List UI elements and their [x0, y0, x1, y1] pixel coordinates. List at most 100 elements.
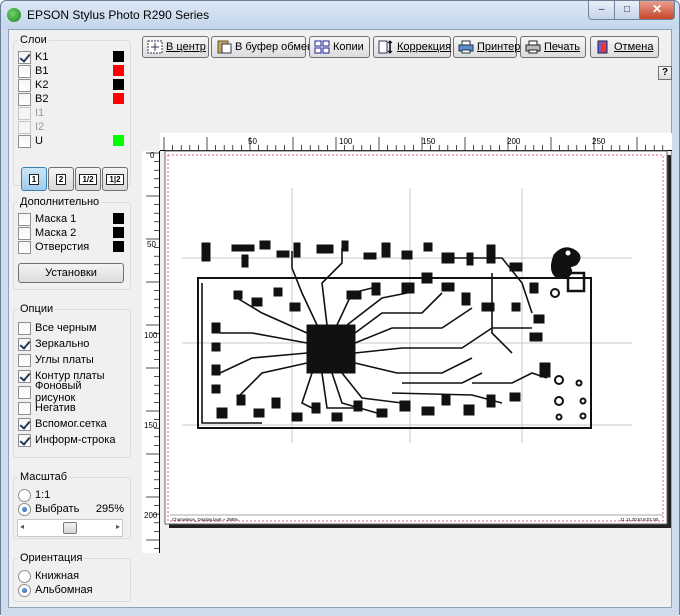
pcb-pad — [423, 242, 433, 252]
layers-color-swatch[interactable] — [113, 93, 124, 104]
pcb-pad — [291, 412, 303, 422]
extra-label: Маска 1 — [35, 213, 77, 225]
options-item[interactable]: Все черным — [18, 321, 124, 335]
options-item[interactable]: Негатив — [18, 401, 124, 415]
extra-color-swatch[interactable] — [113, 227, 124, 238]
slider-left-arrow-icon[interactable]: ◂ — [20, 522, 24, 531]
extra-item[interactable]: Маска 2 — [18, 226, 124, 240]
layers-color-swatch[interactable] — [113, 135, 124, 146]
pcb-pad — [273, 287, 283, 297]
pcb-pad — [253, 408, 265, 418]
scale-custom-radio[interactable] — [18, 502, 31, 516]
layers-checkbox[interactable] — [18, 92, 31, 106]
scale-1to1-radio[interactable] — [18, 488, 31, 502]
scale-slider-thumb[interactable] — [63, 522, 78, 534]
clipboard-icon — [217, 40, 232, 54]
print-preview[interactable]: 50 100 150 200 250 0 50 100 150 200 Cham… — [142, 133, 672, 553]
layers-item[interactable]: B2 — [18, 92, 124, 106]
orientation-portrait[interactable]: Книжная — [18, 569, 124, 583]
layers-checkbox[interactable] — [18, 64, 31, 78]
scale-option-1to1[interactable]: 1:1 — [18, 488, 124, 502]
printer-button[interactable]: Принтер — [453, 36, 521, 58]
layer-view-button[interactable]: 1/2 — [75, 167, 101, 191]
options-checkbox[interactable] — [18, 401, 31, 415]
options-item[interactable]: Углы платы — [18, 353, 124, 367]
print-icon — [525, 40, 541, 54]
print-button[interactable]: Печать — [520, 36, 586, 58]
layers-color-swatch[interactable] — [113, 79, 124, 90]
portrait-radio[interactable] — [18, 569, 31, 583]
pcb-pad — [211, 322, 221, 334]
info-left-text: Chameleon_Display.lay6 + 295% — [172, 517, 238, 522]
orientation-landscape[interactable]: Альбомная — [18, 583, 124, 597]
options-label: Вспомог.сетка — [35, 418, 107, 430]
options-checkbox[interactable] — [18, 337, 31, 351]
clipboard-label: В буфер обмена — [235, 41, 320, 53]
extra-item[interactable]: Маска 1 — [18, 212, 124, 226]
printer-settings-icon — [458, 40, 474, 54]
close-button[interactable]: ✕ — [639, 1, 675, 20]
options-item[interactable]: Фоновый рисунок — [18, 380, 124, 404]
layers-label: K2 — [35, 79, 49, 91]
cancel-button[interactable]: Отмена — [590, 36, 659, 58]
layers-item: I1 — [18, 106, 124, 120]
options-checkbox[interactable] — [18, 321, 31, 335]
options-checkbox[interactable] — [18, 417, 31, 431]
center-button[interactable]: В центр — [142, 36, 209, 58]
app-icon — [7, 8, 21, 22]
extra-color-swatch[interactable] — [113, 213, 124, 224]
extra-checkbox[interactable] — [18, 212, 31, 226]
scale-slider[interactable]: ◂ ▸ — [17, 519, 123, 537]
pcb-pad — [381, 242, 391, 258]
help-button[interactable]: ? — [658, 66, 672, 80]
correction-label: Коррекция — [397, 41, 452, 53]
pcb-pad — [401, 282, 415, 294]
options-item[interactable]: Информ-строка — [18, 433, 124, 447]
extra-item[interactable]: Отверстия — [18, 240, 124, 254]
options-label: Углы платы — [35, 354, 94, 366]
print-label: Печать — [544, 41, 581, 53]
layers-item[interactable]: U — [18, 134, 124, 148]
correction-button[interactable]: Коррекция — [373, 36, 451, 58]
layers-color-swatch[interactable] — [113, 51, 124, 62]
maximize-button[interactable]: □ — [614, 1, 640, 20]
settings-button[interactable]: Установки — [18, 263, 124, 283]
layers-checkbox[interactable] — [18, 50, 31, 64]
layers-item[interactable]: K2 — [18, 78, 124, 92]
left-ruler-label-150: 150 — [144, 421, 158, 430]
layers-item: I2 — [18, 120, 124, 134]
minimize-button[interactable]: ‒ — [588, 1, 615, 20]
options-checkbox[interactable] — [18, 385, 31, 399]
layers-item[interactable]: B1 — [18, 64, 124, 78]
extra-color-swatch[interactable] — [113, 241, 124, 252]
layer-view-button[interactable]: 1 — [21, 167, 47, 191]
pcb-pad — [463, 404, 475, 416]
options-item[interactable]: Вспомог.сетка — [18, 417, 124, 431]
pcb-pad — [441, 282, 455, 292]
options-checkbox[interactable] — [18, 433, 31, 447]
pcb-pad — [539, 362, 551, 378]
options-label: Зеркально — [35, 338, 90, 350]
options-checkbox[interactable] — [18, 369, 31, 383]
options-checkbox[interactable] — [18, 353, 31, 367]
layers-color-swatch[interactable] — [113, 65, 124, 76]
clipboard-button[interactable]: В буфер обмена — [211, 36, 319, 58]
extra-checkbox[interactable] — [18, 240, 31, 254]
scale-option-custom[interactable]: Выбрать 295% — [18, 502, 124, 516]
layers-checkbox[interactable] — [18, 78, 31, 92]
extra-checkbox[interactable] — [18, 226, 31, 240]
extra-title: Дополнительно — [18, 196, 102, 208]
layer-view-button[interactable]: 2 — [48, 167, 74, 191]
layer-view-button[interactable]: 1|2 — [102, 167, 128, 191]
pcb-pad — [421, 406, 435, 416]
title-bar[interactable]: EPSON Stylus Photo R290 Series ‒ □ ✕ — [1, 1, 679, 29]
printer-label: Принтер — [477, 41, 521, 53]
layers-item[interactable]: K1 — [18, 50, 124, 64]
pcb-pad — [461, 292, 471, 306]
pcb-pad — [316, 244, 334, 254]
options-item[interactable]: Зеркально — [18, 337, 124, 351]
layers-checkbox[interactable] — [18, 134, 31, 148]
copies-button[interactable]: Копии — [309, 36, 370, 58]
slider-right-arrow-icon[interactable]: ▸ — [116, 522, 120, 531]
landscape-radio[interactable] — [18, 583, 31, 597]
